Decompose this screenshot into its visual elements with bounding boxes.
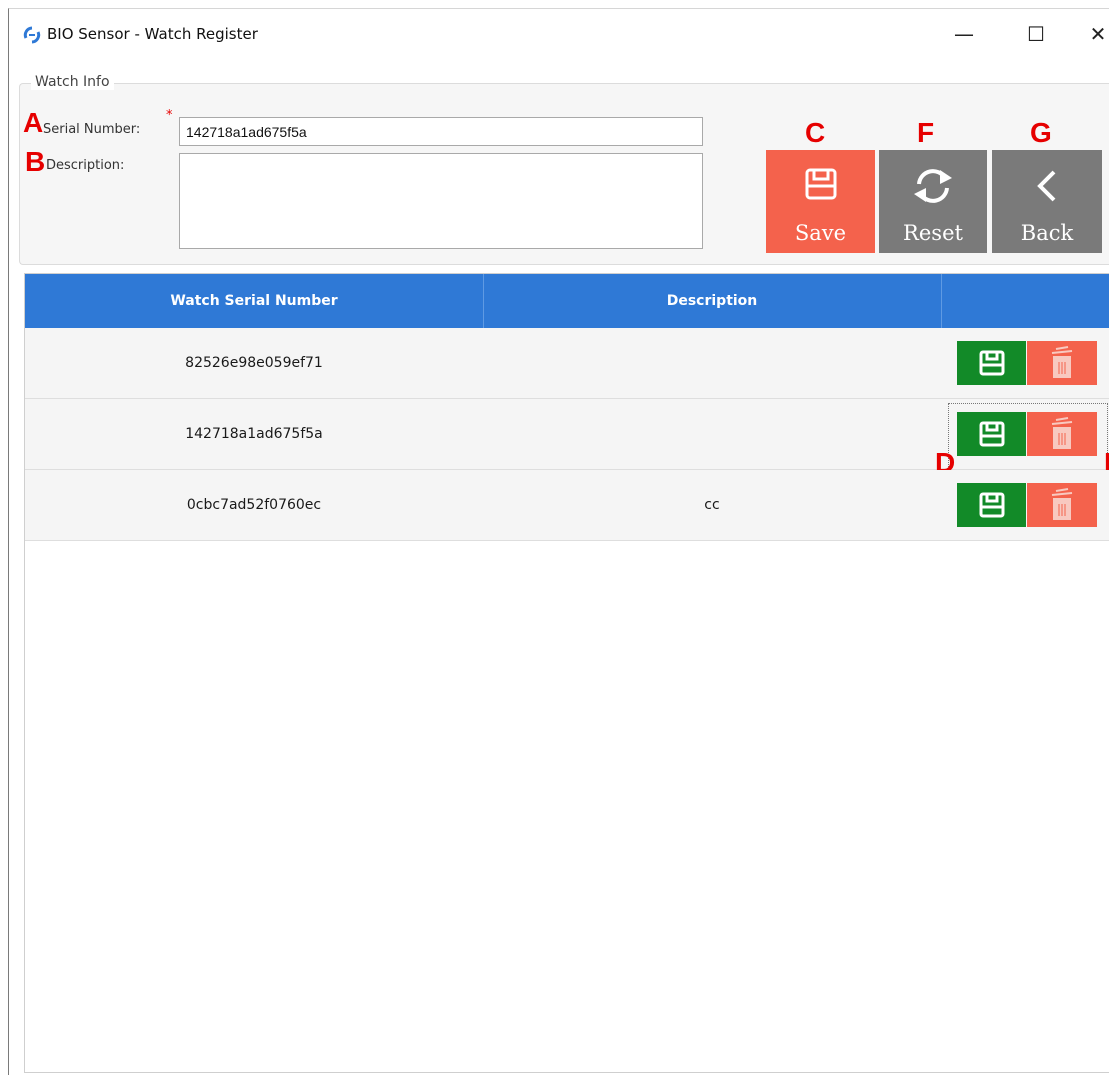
group-title: Watch Info [31, 74, 114, 90]
marker-f: F [917, 117, 935, 148]
window-title: BIO Sensor - Watch Register [47, 25, 258, 43]
close-button[interactable]: ✕ [1075, 17, 1109, 51]
column-header-description[interactable]: Description [483, 274, 942, 328]
save-icon [979, 350, 1004, 376]
save-button[interactable]: Save [766, 150, 875, 253]
serial-cell: 142718a1ad675f5a [185, 426, 323, 442]
row-delete-button[interactable] [1027, 341, 1097, 385]
table-header: Watch Serial Number Description [25, 274, 1109, 328]
serial-cell: 0cbc7ad52f0760ec [186, 497, 322, 513]
row-delete-button[interactable] [1027, 412, 1097, 456]
trash-icon [1051, 488, 1073, 520]
save-button-label: Save [794, 221, 847, 245]
marker-g: G [1030, 117, 1052, 148]
save-icon [979, 492, 1004, 518]
back-button[interactable]: Back [992, 150, 1102, 253]
marker-c: C [805, 117, 826, 148]
marker-b: B [25, 146, 46, 177]
trash-icon [1051, 346, 1073, 378]
column-header-serial[interactable]: Watch Serial Number [25, 274, 484, 328]
description-textarea[interactable] [179, 153, 703, 249]
maximize-button[interactable]: ☐ [1013, 17, 1059, 51]
watch-register-window: BIO Sensor - Watch Register — ☐ ✕ Watch … [8, 8, 1109, 1075]
description-cell [483, 399, 941, 469]
row-save-button[interactable] [957, 412, 1026, 456]
trash-icon [1051, 417, 1073, 449]
marker-a: A [23, 107, 44, 138]
reset-button-label: Reset [903, 221, 963, 245]
app-logo-icon [23, 26, 41, 44]
row-delete-button[interactable] [1027, 483, 1097, 527]
table-row[interactable]: 0cbc7ad52f0760ec cc [25, 470, 1109, 541]
serial-cell: 82526e98e059ef71 [185, 355, 323, 371]
description-label: Description: [46, 158, 125, 173]
watch-table: Watch Serial Number Description 82526e98… [24, 273, 1109, 1073]
minimize-button[interactable]: — [941, 17, 987, 51]
serial-number-label: Serial Number: [43, 122, 141, 137]
description-cell: cc [704, 497, 720, 513]
refresh-icon [914, 169, 952, 203]
description-cell [483, 328, 941, 398]
row-save-button[interactable] [957, 341, 1026, 385]
save-icon [805, 168, 836, 200]
table-row[interactable]: 142718a1ad675f5a D [25, 399, 1109, 477]
save-icon [979, 421, 1004, 447]
row-save-button[interactable] [957, 483, 1026, 527]
table-row[interactable]: 82526e98e059ef71 [25, 328, 1109, 399]
serial-number-input[interactable] [179, 117, 703, 146]
column-header-actions [941, 274, 1109, 328]
title-bar: BIO Sensor - Watch Register — ☐ ✕ [9, 9, 1109, 59]
back-button-label: Back [1020, 221, 1074, 245]
reset-button[interactable]: Reset [879, 150, 987, 253]
chevron-left-icon [1037, 170, 1056, 202]
required-asterisk: * [166, 108, 173, 123]
